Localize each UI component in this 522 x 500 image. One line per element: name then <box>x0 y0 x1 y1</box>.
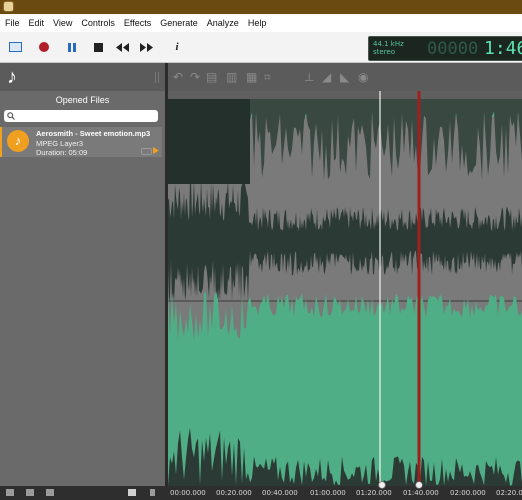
overview-strip <box>168 91 522 99</box>
menu-analyze[interactable]: Analyze <box>207 18 239 28</box>
time-display: 44.1 kHz stereo 00000 1:46. <box>368 36 522 61</box>
selection-marker-handle[interactable] <box>378 481 386 489</box>
effect-icon[interactable]: ◉ <box>358 70 368 84</box>
file-format: MPEG Layer3 <box>36 139 84 148</box>
waveform-left-peak <box>168 99 250 184</box>
scroll-icon[interactable] <box>150 489 155 496</box>
search-input[interactable] <box>4 110 158 122</box>
info-icon[interactable]: i <box>170 40 184 54</box>
time-tick: 01:40.000 <box>403 489 439 497</box>
menu-edit[interactable]: Edit <box>29 18 45 28</box>
redo-icon[interactable]: ↷ <box>190 70 200 84</box>
view-grid-icon[interactable] <box>26 489 34 496</box>
playhead-handle[interactable] <box>415 481 423 489</box>
search-icon <box>7 112 15 120</box>
paste-icon[interactable]: ▥ <box>226 70 237 84</box>
menu-help[interactable]: Help <box>248 18 267 28</box>
undo-icon[interactable]: ↶ <box>173 70 183 84</box>
menu-file[interactable]: File <box>5 18 20 28</box>
channel-mode: stereo <box>373 48 396 56</box>
menu-controls[interactable]: Controls <box>81 18 115 28</box>
file-badge-icon <box>141 148 152 155</box>
menu-generate[interactable]: Generate <box>160 18 198 28</box>
crop-icon[interactable]: ⌗ <box>264 70 271 85</box>
sample-rate: 44.1 kHz stereo <box>373 40 404 56</box>
status-bar <box>0 481 522 500</box>
record-icon[interactable] <box>37 40 51 54</box>
waveform-view[interactable] <box>168 91 522 486</box>
time-tick: 00:40.000 <box>262 489 298 497</box>
sample-rate-value: 44.1 kHz <box>373 40 404 48</box>
edit-toolbar: ↶ ↷ ▤ ▥ ▦ ⌗ ⊥ ◢ ◣ ◉ <box>155 63 522 91</box>
pause-icon[interactable] <box>65 40 79 54</box>
music-note-icon: ♪ <box>7 66 17 88</box>
play-file-icon[interactable] <box>153 147 159 154</box>
view-list-icon[interactable] <box>6 489 14 496</box>
audio-file-icon: ♪ <box>7 130 29 152</box>
selection-icon[interactable] <box>8 40 22 54</box>
time-tick: 02:20.0 <box>496 489 522 497</box>
normalize-icon[interactable]: ⊥ <box>304 70 314 84</box>
file-list-item[interactable]: ♪ Aerosmith - Sweet emotion.mp3 MPEG Lay… <box>0 127 162 157</box>
fade-in-icon[interactable]: ◢ <box>322 70 331 84</box>
view-detail-icon[interactable] <box>46 489 54 496</box>
time-display-segments: 00000 <box>427 39 479 59</box>
menu-view[interactable]: View <box>53 18 72 28</box>
app-icon <box>3 1 14 12</box>
menu-effects[interactable]: Effects <box>124 18 151 28</box>
time-tick: 00:00.000 <box>170 489 206 497</box>
time-tick: 02:00.000 <box>450 489 486 497</box>
time-tick: 00:20.000 <box>216 489 252 497</box>
stop-icon[interactable] <box>91 40 105 54</box>
delete-icon[interactable]: ▦ <box>246 70 257 84</box>
opened-files-panel: ♪ Opened Files ♪ Aerosmith - Sweet emoti… <box>0 63 165 500</box>
menu-bar: File Edit View Controls Effects Generate… <box>0 14 522 32</box>
fast-forward-icon[interactable] <box>139 40 153 54</box>
panel-header: ♪ <box>0 63 165 91</box>
time-tick: 01:20.000 <box>356 489 392 497</box>
file-duration: Duration: 05:09 <box>36 148 88 157</box>
copy-icon[interactable]: ▤ <box>206 70 217 84</box>
rewind-icon[interactable] <box>115 40 129 54</box>
panel-title: Opened Files <box>55 95 110 105</box>
fade-out-icon[interactable]: ◣ <box>340 70 349 84</box>
current-time: 1:46. <box>484 38 522 59</box>
title-bar <box>0 0 522 14</box>
image-icon[interactable] <box>128 489 136 496</box>
time-tick: 01:00.000 <box>310 489 346 497</box>
file-name: Aerosmith - Sweet emotion.mp3 <box>36 129 151 138</box>
